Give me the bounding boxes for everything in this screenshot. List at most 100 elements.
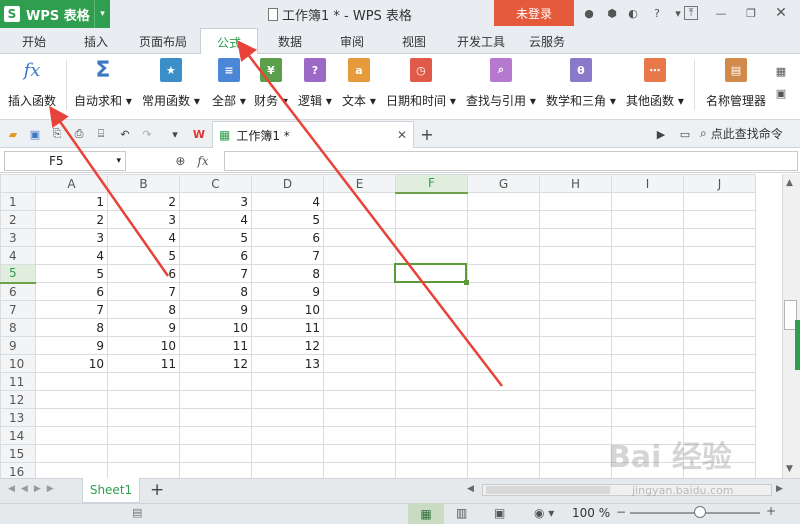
cell[interactable] (395, 228, 468, 247)
cell[interactable] (467, 408, 540, 427)
cell[interactable] (395, 354, 468, 373)
cell[interactable]: 13 (251, 354, 324, 373)
cell[interactable] (467, 318, 540, 337)
cell[interactable] (323, 390, 396, 409)
other-functions-button[interactable]: ⋯ 其他函数 ▾ (626, 58, 684, 109)
cell[interactable] (467, 372, 540, 391)
cell[interactable] (395, 372, 468, 391)
all-functions-button[interactable]: ≡ 全部 ▾ (212, 58, 246, 109)
cell[interactable] (539, 462, 612, 478)
cell[interactable] (467, 282, 540, 301)
column-header[interactable]: B (107, 174, 180, 193)
cell[interactable] (611, 192, 684, 211)
cell[interactable] (539, 210, 612, 229)
cell[interactable] (395, 300, 468, 319)
cell[interactable] (683, 372, 756, 391)
cell[interactable] (467, 246, 540, 265)
cell[interactable] (395, 246, 468, 265)
select-all-corner[interactable] (0, 174, 36, 193)
cell[interactable] (35, 390, 108, 409)
document-tab[interactable]: ▦ 工作簿1 * ✕ (212, 121, 414, 148)
cell[interactable] (611, 336, 684, 355)
autosum-button[interactable]: Σ 自动求和 ▾ (74, 58, 132, 109)
cell[interactable]: 4 (179, 210, 252, 229)
row-header[interactable]: 10 (0, 354, 36, 373)
cell[interactable] (251, 372, 324, 391)
cell[interactable] (683, 408, 756, 427)
cell[interactable]: 11 (179, 336, 252, 355)
cell[interactable]: 12 (251, 336, 324, 355)
reading-view-icon[interactable]: ▣ (494, 506, 505, 520)
grid-icon[interactable]: ▦ (774, 64, 788, 78)
cell[interactable] (323, 372, 396, 391)
cell-icon[interactable]: ▣ (774, 86, 788, 100)
cell[interactable] (395, 426, 468, 445)
open-folder-icon[interactable]: ▰ (6, 127, 20, 141)
cell[interactable] (35, 462, 108, 478)
cell[interactable]: 5 (107, 246, 180, 265)
datetime-button[interactable]: ◷ 日期和时间 ▾ (386, 58, 456, 109)
command-search[interactable]: ⌕ 点此查找命令 (700, 125, 783, 142)
add-sheet-button[interactable]: + (150, 480, 164, 500)
cell[interactable] (611, 264, 684, 283)
cell[interactable] (683, 336, 756, 355)
cell[interactable] (539, 264, 612, 283)
cell[interactable] (611, 318, 684, 337)
chevron-down-icon[interactable]: ▾ (671, 6, 685, 20)
cell[interactable] (683, 210, 756, 229)
cell[interactable] (107, 408, 180, 427)
cell[interactable] (611, 372, 684, 391)
cell[interactable]: 9 (107, 318, 180, 337)
login-button[interactable]: 未登录 (494, 0, 574, 26)
cell[interactable]: 7 (35, 300, 108, 319)
active-cell-selection[interactable] (394, 263, 469, 285)
cell[interactable] (251, 462, 324, 478)
cell[interactable]: 4 (35, 246, 108, 265)
cell[interactable] (323, 336, 396, 355)
minimize-icon[interactable]: — (714, 6, 728, 20)
cell[interactable] (683, 282, 756, 301)
tab-review[interactable]: 审阅 (328, 28, 376, 54)
cell[interactable] (539, 354, 612, 373)
cell[interactable] (395, 210, 468, 229)
cell[interactable] (611, 246, 684, 265)
cell[interactable] (251, 390, 324, 409)
row-header[interactable]: 9 (0, 336, 36, 355)
row-header[interactable]: 3 (0, 228, 36, 247)
cell[interactable] (35, 444, 108, 463)
cell[interactable] (395, 336, 468, 355)
cell[interactable] (107, 390, 180, 409)
cell[interactable] (251, 408, 324, 427)
column-header[interactable]: A (35, 174, 108, 193)
cell[interactable]: 5 (179, 228, 252, 247)
cell[interactable]: 7 (179, 264, 252, 283)
undo-icon[interactable]: ↶ (118, 127, 132, 141)
zoom-slider-knob[interactable] (694, 506, 706, 518)
cell[interactable]: 1 (35, 192, 108, 211)
cell[interactable] (683, 390, 756, 409)
tab-cloud[interactable]: 云服务 (520, 28, 574, 54)
cell[interactable] (683, 300, 756, 319)
text-functions-button[interactable]: a 文本 ▾ (342, 58, 376, 109)
cell[interactable]: 12 (179, 354, 252, 373)
finance-button[interactable]: ¥ 财务 ▾ (254, 58, 288, 109)
cell[interactable] (179, 390, 252, 409)
cell[interactable]: 3 (35, 228, 108, 247)
normal-view-icon[interactable]: ▦ (408, 503, 444, 524)
redo-icon[interactable]: ↷ (140, 127, 154, 141)
column-header[interactable]: I (611, 174, 684, 193)
row-header[interactable]: 5 (0, 264, 36, 284)
cell[interactable] (35, 372, 108, 391)
tab-view[interactable]: 视图 (390, 28, 438, 54)
scroll-up-icon[interactable]: ▲ (786, 178, 793, 188)
minimize-doc-icon[interactable]: ▭ (678, 127, 692, 141)
cell[interactable] (683, 354, 756, 373)
column-header[interactable]: C (179, 174, 252, 193)
row-header[interactable]: 11 (0, 372, 36, 391)
cell[interactable]: 11 (107, 354, 180, 373)
cell[interactable] (683, 264, 756, 283)
row-header[interactable]: 12 (0, 390, 36, 409)
cell[interactable] (323, 228, 396, 247)
tab-data[interactable]: 数据 (266, 28, 314, 54)
app-menu-button[interactable]: S WPS 表格 ▾ (0, 0, 110, 28)
